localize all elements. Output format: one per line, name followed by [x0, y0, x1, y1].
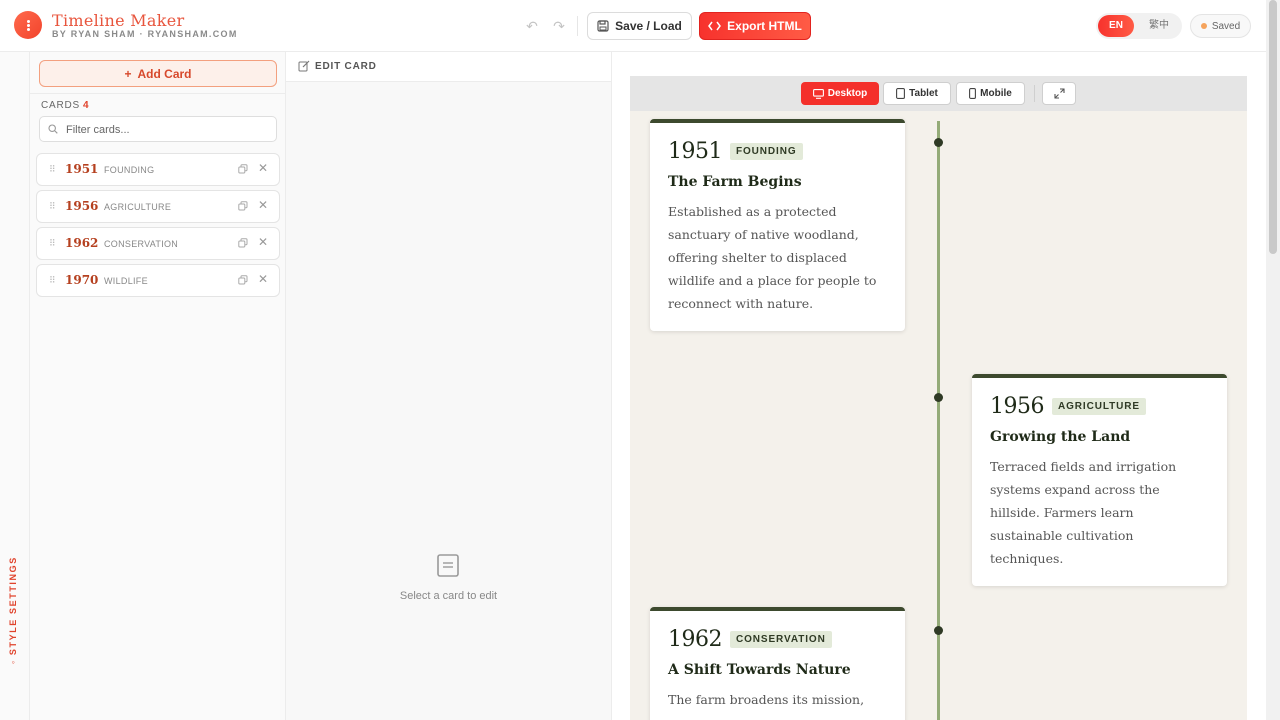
card-item-year: 1970 — [65, 273, 99, 287]
filter-field[interactable] — [39, 116, 277, 142]
add-card-label: Add Card — [137, 66, 192, 81]
desktop-view-label: Desktop — [827, 88, 868, 99]
style-settings-text: STYLE SETTINGS — [8, 556, 18, 656]
timeline-card[interactable]: 1962 CONSERVATION A Shift Towards Nature… — [650, 607, 905, 720]
card-item-year: 1956 — [65, 199, 99, 213]
save-status-label: Saved — [1211, 20, 1241, 32]
export-html-button[interactable]: Export HTML — [699, 12, 811, 40]
card-list-item[interactable]: ⠿ 1962 CONSERVATION ✕ — [36, 227, 280, 260]
redo-icon[interactable]: ↷ — [551, 18, 567, 34]
drag-handle-icon[interactable]: ⠿ — [49, 163, 56, 176]
save-load-label: Save / Load — [615, 19, 682, 33]
card-list-item[interactable]: ⠿ 1951 FOUNDING ✕ — [36, 153, 280, 186]
timeline-card-title: Growing the Land — [990, 429, 1131, 445]
timeline-card-tag: AGRICULTURE — [1052, 398, 1146, 415]
timeline-card[interactable]: 1956 AGRICULTURE Growing the Land Terrac… — [972, 374, 1227, 586]
divider — [577, 16, 578, 36]
save-status-badge: Saved — [1190, 14, 1251, 38]
edit-card-panel: EDIT CARD Select a card to edit — [286, 52, 612, 720]
timeline-card-description: Terraced fields and irrigation systems e… — [990, 459, 1177, 566]
page-scrollbar[interactable] — [1266, 0, 1280, 720]
duplicate-icon[interactable] — [238, 238, 248, 248]
tablet-icon — [896, 88, 906, 99]
timeline-node — [934, 138, 943, 147]
delete-icon[interactable]: ✕ — [258, 272, 268, 286]
duplicate-icon[interactable] — [238, 275, 248, 285]
cards-count: 4 — [83, 100, 89, 111]
status-dot — [1200, 23, 1207, 29]
timeline-card-tag: CONSERVATION — [730, 631, 832, 648]
drag-handle-icon[interactable]: ⠿ — [49, 274, 56, 287]
card-list-item[interactable]: ⠿ 1956 AGRICULTURE ✕ — [36, 190, 280, 223]
timeline-card-tag: FOUNDING — [730, 143, 803, 160]
app-subtitle: BY RYAN SHAM · RYANSHAM.COM — [52, 29, 238, 39]
tablet-view-button[interactable]: Tablet — [883, 82, 951, 105]
mobile-view-label: Mobile — [980, 88, 1012, 99]
cards-panel: + Add Card CARDS 4 ⠿ 1951 FOUNDING ✕ ⠿ 1… — [30, 52, 286, 720]
top-bar: Timeline Maker BY RYAN SHAM · RYANSHAM.C… — [0, 0, 1266, 52]
delete-icon[interactable]: ✕ — [258, 161, 268, 175]
style-settings-rail[interactable]: ◦ STYLE SETTINGS — [0, 52, 30, 720]
edit-card-title: EDIT CARD — [315, 61, 377, 72]
code-icon — [708, 21, 722, 31]
duplicate-icon[interactable] — [238, 164, 248, 174]
timeline-node — [934, 393, 943, 402]
timeline-node — [934, 626, 943, 635]
drag-handle-icon[interactable]: ⠿ — [49, 237, 56, 250]
card-item-tag: CONSERVATION — [104, 239, 179, 249]
undo-icon[interactable]: ↶ — [524, 18, 540, 34]
floppy-icon — [597, 20, 609, 32]
search-icon — [48, 124, 58, 134]
card-item-year: 1962 — [65, 236, 99, 250]
document-icon — [437, 554, 459, 577]
preview-panel: Desktop Tablet Mobile 1951 FOUNDING The … — [612, 52, 1266, 720]
cards-heading: CARDS — [41, 100, 81, 111]
card-list: ⠿ 1951 FOUNDING ✕ ⠿ 1956 AGRICULTURE ✕ ⠿… — [36, 153, 280, 301]
timeline-card-year: 1956 — [990, 394, 1045, 419]
save-load-button[interactable]: Save / Load — [587, 12, 692, 40]
timeline-card-year: 1951 — [668, 139, 723, 164]
tablet-view-label: Tablet — [909, 88, 938, 99]
timeline-card-description: The farm broadens its mission, — [668, 692, 865, 707]
monitor-icon — [812, 88, 824, 99]
card-item-year: 1951 — [65, 162, 99, 176]
app-title: Timeline Maker — [52, 11, 185, 30]
delete-icon[interactable]: ✕ — [258, 235, 268, 249]
lang-en-option[interactable]: EN — [1098, 15, 1134, 37]
export-html-label: Export HTML — [727, 19, 802, 33]
divider — [1034, 85, 1035, 102]
divider — [30, 93, 286, 94]
timeline-card[interactable]: 1951 FOUNDING The Farm Begins Establishe… — [650, 119, 905, 331]
timeline-card-year: 1962 — [668, 627, 723, 652]
timeline-card-title: A Shift Towards Nature — [668, 662, 851, 678]
device-toolbar: Desktop Tablet Mobile — [630, 76, 1247, 111]
style-settings-label[interactable]: ◦ STYLE SETTINGS — [8, 556, 18, 664]
filter-input[interactable] — [66, 121, 266, 138]
timeline-canvas: Desktop Tablet Mobile 1951 FOUNDING The … — [630, 76, 1247, 720]
phone-icon — [969, 88, 977, 99]
mobile-view-button[interactable]: Mobile — [956, 82, 1025, 105]
edit-card-header: EDIT CARD — [286, 52, 611, 82]
fullscreen-button[interactable] — [1042, 82, 1076, 105]
rail-chevron-icon: ◦ — [8, 655, 18, 664]
plus-icon: + — [124, 66, 132, 81]
drag-handle-icon[interactable]: ⠿ — [49, 200, 56, 213]
lang-zh-option[interactable]: 繁中 — [1144, 15, 1174, 37]
timeline-card-description: Established as a protected sanctuary of … — [668, 204, 877, 311]
duplicate-icon[interactable] — [238, 201, 248, 211]
edit-icon — [298, 60, 310, 72]
scrollbar-thumb[interactable] — [1269, 0, 1277, 254]
add-card-button[interactable]: + Add Card — [39, 60, 277, 87]
card-item-tag: FOUNDING — [104, 165, 155, 175]
expand-icon — [1053, 88, 1065, 99]
timeline-card-title: The Farm Begins — [668, 174, 802, 190]
card-list-item[interactable]: ⠿ 1970 WILDLIFE ✕ — [36, 264, 280, 297]
delete-icon[interactable]: ✕ — [258, 198, 268, 212]
language-toggle: EN 繁中 — [1096, 13, 1182, 39]
card-item-tag: AGRICULTURE — [104, 202, 172, 212]
desktop-view-button[interactable]: Desktop — [801, 82, 879, 105]
app-logo — [14, 11, 42, 39]
card-item-tag: WILDLIFE — [104, 276, 148, 286]
empty-state-text: Select a card to edit — [399, 590, 498, 602]
